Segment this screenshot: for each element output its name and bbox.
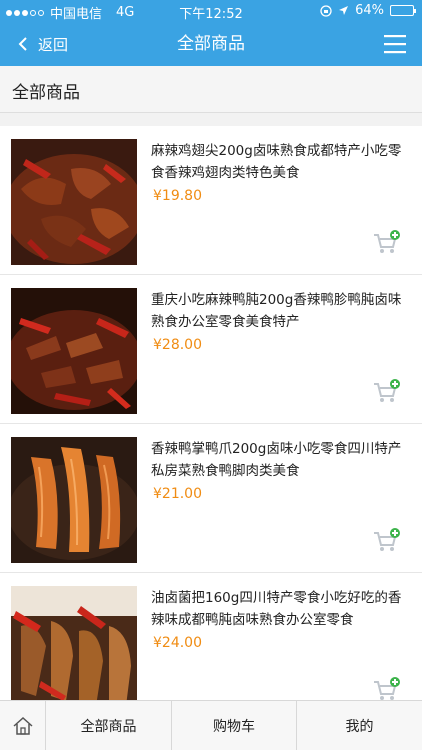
battery-percent: 64% bbox=[355, 3, 384, 18]
tab-bar: 全部商品 购物车 我的 bbox=[0, 700, 422, 750]
add-to-cart-icon[interactable] bbox=[373, 230, 401, 256]
page-title: 全部商品 bbox=[177, 34, 245, 54]
product-name[interactable]: 重庆小吃麻辣鸭肫200g香辣鸭胗鸭肫卤味熟食办公室零食美食特产 bbox=[151, 289, 413, 333]
home-icon bbox=[13, 716, 32, 735]
product-image[interactable] bbox=[11, 288, 137, 414]
product-name[interactable]: 香辣鸭掌鸭爪200g卤味小吃零食四川特产私房菜熟食鸭脚肉类美食 bbox=[151, 438, 413, 482]
section-title: 全部商品 bbox=[12, 83, 80, 103]
add-to-cart-icon[interactable] bbox=[373, 528, 401, 554]
nav-bar: 返回 全部商品 bbox=[0, 22, 422, 66]
product-price: ¥28.00 bbox=[153, 337, 202, 353]
menu-icon[interactable] bbox=[384, 34, 406, 54]
product-name[interactable]: 麻辣鸡翅尖200g卤味熟食成都特产小吃零食香辣鸡翅肉类特色美食 bbox=[151, 140, 413, 184]
section-header: 全部商品 bbox=[0, 66, 422, 113]
add-to-cart-icon[interactable] bbox=[373, 379, 401, 405]
product-item[interactable]: 香辣鸭掌鸭爪200g卤味小吃零食四川特产私房菜熟食鸭脚肉类美食 ¥21.00 bbox=[0, 424, 422, 573]
product-image[interactable] bbox=[11, 437, 137, 563]
add-to-cart-icon[interactable] bbox=[373, 677, 401, 700]
product-price: ¥21.00 bbox=[153, 486, 202, 502]
product-item[interactable]: 麻辣鸡翅尖200g卤味熟食成都特产小吃零食香辣鸡翅肉类特色美食 ¥19.80 bbox=[0, 126, 422, 275]
tab-mine[interactable]: 我的 bbox=[296, 701, 422, 750]
product-item[interactable]: 油卤菌把160g四川特产零食小吃好吃的香辣味成都鸭肫卤味熟食办公室零食 ¥24.… bbox=[0, 573, 422, 700]
tab-home[interactable] bbox=[0, 701, 45, 750]
rotation-lock-icon bbox=[320, 4, 332, 17]
product-name[interactable]: 油卤菌把160g四川特产零食小吃好吃的香辣味成都鸭肫卤味熟食办公室零食 bbox=[151, 587, 413, 631]
product-list[interactable]: 麻辣鸡翅尖200g卤味熟食成都特产小吃零食香辣鸡翅肉类特色美食 ¥19.80 重… bbox=[0, 126, 422, 700]
tab-cart[interactable]: 购物车 bbox=[171, 701, 296, 750]
battery-icon bbox=[390, 5, 416, 16]
product-image[interactable] bbox=[11, 586, 137, 700]
product-price: ¥24.00 bbox=[153, 635, 202, 651]
status-bar: 中国电信 4G 下午12:52 64% bbox=[0, 0, 422, 22]
product-image[interactable] bbox=[11, 139, 137, 265]
tab-all-products[interactable]: 全部商品 bbox=[45, 701, 171, 750]
location-icon bbox=[339, 6, 349, 15]
product-item[interactable]: 重庆小吃麻辣鸭肫200g香辣鸭胗鸭肫卤味熟食办公室零食美食特产 ¥28.00 bbox=[0, 275, 422, 424]
product-price: ¥19.80 bbox=[153, 188, 202, 204]
